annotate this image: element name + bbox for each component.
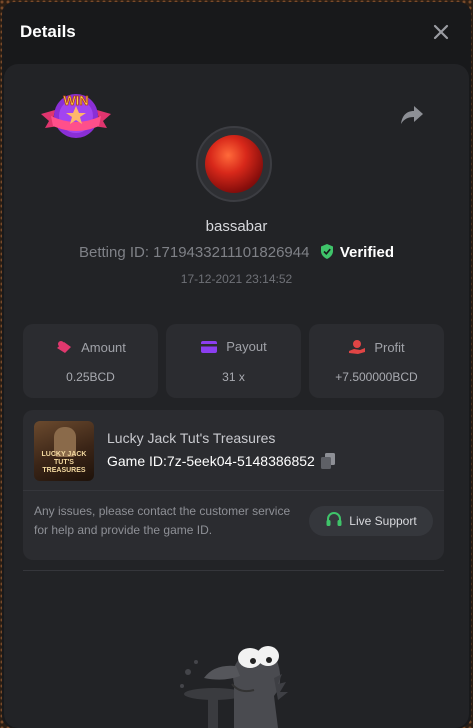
verified-label: Verified: [339, 244, 395, 261]
details-modal: Details WIN bassabar Betting ID: 1719433: [2, 2, 471, 728]
bet-timestamp: 17-12-2021 23:14:52: [180, 272, 293, 286]
bet-detail-panel: WIN bassabar Betting ID: 171943321110182…: [4, 64, 469, 728]
profit-hand-icon: [349, 340, 366, 354]
stat-label-payout: Payout: [226, 339, 267, 354]
game-card-divider: [23, 490, 444, 491]
stat-value-amount: 0.25BCD: [66, 370, 115, 384]
support-message: Any issues, please contact the customer …: [34, 504, 291, 537]
bet-icon: [57, 341, 72, 353]
section-divider: [23, 570, 444, 571]
modal-title: Details: [20, 22, 76, 41]
share-icon[interactable]: [399, 104, 425, 126]
stat-label-profit: Profit: [374, 340, 405, 355]
modal-header: Details: [2, 2, 471, 62]
live-support-button[interactable]: Live Support: [309, 506, 433, 536]
avatar[interactable]: [196, 126, 272, 202]
username[interactable]: bassabar: [4, 218, 469, 235]
copy-icon[interactable]: [320, 453, 335, 469]
shield-check-icon: [320, 244, 333, 259]
close-icon[interactable]: [429, 20, 453, 44]
game-id-row: Game ID:7z-5eek04-5148386852: [107, 453, 335, 469]
stat-value-profit: +7.500000BCD: [335, 370, 418, 384]
card-icon: [201, 341, 218, 353]
avatar-image: [205, 135, 263, 193]
betting-id-row: Betting ID: 1719433211101826944 Verified: [4, 244, 469, 261]
stat-card-payout: Payout 31 x: [166, 324, 301, 398]
stat-header-payout: Payout: [166, 339, 301, 354]
stat-header-amount: Amount: [23, 339, 158, 355]
win-badge-icon: WIN: [39, 90, 113, 142]
stat-card-profit: Profit +7.500000BCD: [309, 324, 444, 398]
game-id: Game ID:7z-5eek04-5148386852: [107, 453, 315, 469]
stat-value-payout: 31 x: [222, 370, 245, 384]
game-thumbnail[interactable]: LUCKY JACK TUT'S TREASURES: [34, 421, 94, 481]
game-name[interactable]: Lucky Jack Tut's Treasures: [107, 430, 275, 446]
game-card: LUCKY JACK TUT'S TREASURES Lucky Jack Tu…: [23, 410, 444, 560]
betting-id: Betting ID: 1719433211101826944: [78, 244, 310, 261]
stats-row: Amount 0.25BCD Payout 31 x Profit +7.500…: [23, 324, 444, 398]
stat-card-amount: Amount 0.25BCD: [23, 324, 158, 398]
win-badge-text: WIN: [63, 93, 88, 108]
headset-icon: [326, 512, 342, 526]
mascot-illustration: [174, 634, 300, 728]
thumbnail-title: LUCKY JACK TUT'S TREASURES: [41, 451, 87, 474]
stat-header-profit: Profit: [309, 339, 444, 355]
live-support-label: Live Support: [349, 514, 417, 528]
stat-label-amount: Amount: [81, 340, 126, 355]
